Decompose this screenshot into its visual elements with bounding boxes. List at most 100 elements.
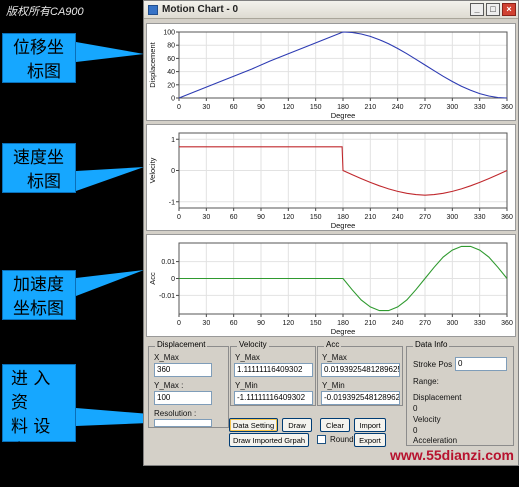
- y-axis-label: Displacement: [148, 41, 157, 87]
- x-tick-label: 240: [392, 214, 404, 221]
- x-tick-label: 60: [230, 104, 238, 111]
- x-tick-label: 300: [446, 320, 458, 327]
- motion-chart-window: Motion Chart - 0 _ □ × 0 30 60 90 120 150 180 2…: [143, 0, 519, 466]
- x-tick-label: 240: [392, 320, 404, 327]
- x-tick-label: 210: [364, 104, 376, 111]
- velocity-ymin-input[interactable]: -1.11111116409302: [234, 391, 313, 405]
- y-tick-label: 100: [163, 30, 175, 37]
- callout-text: 表单: [11, 465, 45, 485]
- x-tick-label: 210: [364, 214, 376, 221]
- acc-chart: 0 30 60 90 120 150 180 210 240 270 300 330 360 -0.01 0…: [148, 242, 513, 336]
- y-tick-label: 1: [171, 137, 175, 144]
- acc-ymax-label: Y_Max: [322, 353, 347, 362]
- displacement-group: Displacement X_Max 360 Y_Max : 100 Resol…: [148, 340, 229, 428]
- x-tick-label: 150: [310, 214, 322, 221]
- ymax-label: Y_Max :: [154, 381, 184, 390]
- velocity-group: Velocity Y_Max 1.11111116409302 Y_Min -1…: [230, 340, 316, 406]
- clear-button[interactable]: Clear: [320, 418, 350, 432]
- round-checkbox[interactable]: [317, 435, 326, 444]
- y-tick-label: 0: [171, 168, 175, 175]
- import-button[interactable]: Import: [354, 418, 386, 432]
- x-tick-label: 60: [230, 214, 238, 221]
- acc-ymax-input[interactable]: 0.0193925481289625: [321, 363, 400, 377]
- x-tick-label: 90: [257, 214, 265, 221]
- y-tick-label: 20: [167, 82, 175, 89]
- y-axis-label: Acc: [148, 272, 157, 285]
- y-tick-label: 0: [171, 276, 175, 283]
- x-tick-label: 300: [446, 214, 458, 221]
- xmax-label: X_Max: [154, 353, 179, 362]
- x-tick-label: 30: [202, 214, 210, 221]
- watermark-text: 版权所有CA900: [6, 6, 84, 18]
- callout-text: 标图: [27, 172, 61, 192]
- x-axis-label: Degree: [331, 221, 356, 230]
- velocity-info-value: 0: [413, 426, 418, 435]
- x-tick-label: 180: [337, 320, 349, 327]
- velocity-ymin-label: Y_Min: [235, 381, 258, 390]
- app-icon: [148, 4, 158, 15]
- ymax-input[interactable]: 100: [154, 391, 212, 405]
- draw-button[interactable]: Draw: [282, 418, 312, 432]
- x-tick-label: 360: [501, 214, 513, 221]
- x-tick-label: 210: [364, 320, 376, 327]
- y-tick-label: 0: [171, 96, 175, 103]
- close-button[interactable]: ×: [502, 3, 516, 16]
- velocity-info-label: Velocity: [413, 415, 441, 424]
- maximize-button[interactable]: □: [486, 3, 500, 16]
- acc-ymin-label: Y_Min: [322, 381, 345, 390]
- callout-text: 标图: [27, 62, 61, 82]
- x-tick-label: 180: [337, 104, 349, 111]
- callout-displacement: 位移坐 标图: [2, 33, 76, 83]
- export-button[interactable]: Export: [354, 433, 386, 447]
- callout-pointer: [76, 167, 144, 191]
- x-axis-label: Degree: [331, 111, 356, 120]
- x-tick-label: 120: [282, 104, 294, 111]
- velocity-ymax-label: Y_Max: [235, 353, 260, 362]
- callout-velocity: 速度坐 标图: [2, 143, 76, 193]
- x-tick-label: 60: [230, 320, 238, 327]
- data-info-group: Data Info Stroke Pos : 0 Range: Displace…: [406, 340, 514, 446]
- group-title: Data Info: [413, 340, 450, 349]
- y-tick-label: 60: [167, 56, 175, 63]
- stroke-pos-label: Stroke Pos :: [413, 360, 457, 369]
- x-tick-label: 120: [282, 320, 294, 327]
- x-tick-label: 150: [310, 320, 322, 327]
- x-tick-label: 150: [310, 104, 322, 111]
- x-tick-label: 270: [419, 214, 431, 221]
- x-tick-label: 90: [257, 104, 265, 111]
- x-tick-label: 240: [392, 104, 404, 111]
- velocity-ymax-input[interactable]: 1.11111116409302: [234, 363, 313, 377]
- group-title: Acc: [324, 340, 342, 349]
- callout-data-setting: 进 入 资 料 设 定 表单: [2, 364, 76, 485]
- y-tick-label: -1: [169, 199, 175, 206]
- x-tick-label: 180: [337, 214, 349, 221]
- y-tick-label: 40: [167, 69, 175, 76]
- draw-imported-graph-button[interactable]: Draw Imported Grpah: [229, 433, 309, 447]
- site-watermark: www.55dianzi.com: [390, 447, 514, 463]
- acc-ymin-input[interactable]: -0.0193925481289625: [321, 391, 400, 405]
- x-tick-label: 270: [419, 320, 431, 327]
- callout-text: 位移坐: [13, 38, 64, 58]
- acceleration-info-label: Acceleration: [413, 436, 458, 445]
- xmax-input[interactable]: 360: [154, 363, 212, 377]
- callout-pointer: [76, 270, 144, 296]
- x-tick-label: 330: [474, 214, 486, 221]
- callout-text: 加速度: [13, 275, 64, 295]
- displacement-chart-panel: 0 30 60 90 120 150 180 210 240 270 300 330 360 0 20 40 6…: [146, 23, 516, 121]
- data-setting-button[interactable]: Data Setting: [229, 418, 278, 432]
- x-tick-label: 0: [177, 214, 181, 221]
- title-bar[interactable]: Motion Chart - 0 _ □ ×: [144, 1, 518, 19]
- displacement-chart: 0 30 60 90 120 150 180 210 240 270 300 330 360 0 20 40 6…: [148, 30, 513, 121]
- x-axis-label: Degree: [331, 327, 356, 336]
- y-tick-label: 80: [167, 43, 175, 50]
- x-tick-label: 30: [202, 104, 210, 111]
- callout-text: 坐标图: [13, 299, 64, 319]
- resolution-input[interactable]: [154, 419, 212, 427]
- x-tick-label: 0: [177, 320, 181, 327]
- x-tick-label: 360: [501, 320, 513, 327]
- stroke-pos-input[interactable]: 0: [455, 357, 507, 371]
- displacement-info-value: 0: [413, 404, 418, 413]
- group-title: Displacement: [155, 340, 208, 349]
- callout-text: 料 设 定: [11, 417, 51, 461]
- minimize-button[interactable]: _: [470, 3, 484, 16]
